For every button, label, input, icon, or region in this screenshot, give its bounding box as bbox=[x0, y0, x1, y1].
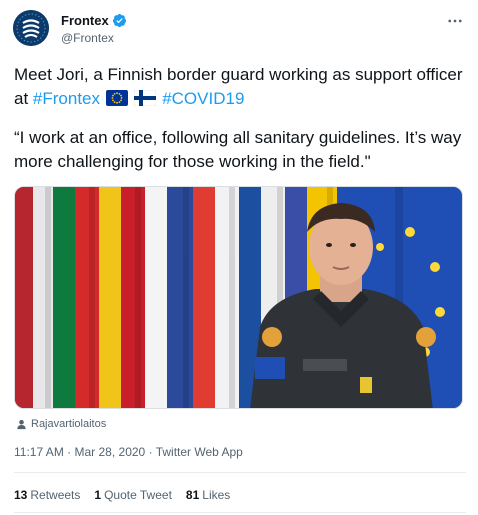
tweet-date[interactable]: Mar 28, 2020 bbox=[75, 445, 146, 459]
person-icon bbox=[17, 419, 26, 429]
divider-top bbox=[14, 472, 466, 473]
photo-credit: Rajavartiolaitos bbox=[16, 418, 106, 430]
quote-tweets-count: 1 bbox=[94, 488, 102, 502]
quote-tweets-label: Quote Tweet bbox=[104, 488, 172, 502]
eu-flag-icon bbox=[105, 90, 128, 106]
more-options-icon[interactable] bbox=[446, 12, 464, 30]
author-display-name[interactable]: Frontex bbox=[61, 13, 109, 28]
author-name-row[interactable]: Frontex bbox=[61, 13, 127, 28]
tweet-text-line1: Meet Jori, a Finnish border guard workin… bbox=[14, 63, 469, 111]
author-avatar[interactable] bbox=[13, 10, 49, 46]
flags-officer-photo bbox=[15, 187, 462, 408]
finland-flag-icon bbox=[134, 90, 157, 106]
quote-tweets-stat[interactable]: 1 Quote Tweet bbox=[94, 488, 172, 502]
likes-count: 81 bbox=[185, 488, 200, 502]
tweet-meta: 11:17 AM · Mar 28, 2020 · Twitter Web Ap… bbox=[14, 445, 243, 459]
hashtag-covid19-link[interactable]: #COVID19 bbox=[162, 89, 244, 108]
tweet-time[interactable]: 11:17 AM bbox=[14, 445, 64, 459]
hashtag-frontex-link[interactable]: #Frontex bbox=[33, 89, 100, 108]
tweet-text: Meet Jori, a Finnish border guard workin… bbox=[14, 63, 469, 189]
meta-separator-2: · bbox=[148, 445, 153, 459]
meta-separator: · bbox=[67, 445, 72, 459]
frontex-logo-icon bbox=[13, 10, 49, 46]
tweet-stats: 13 Retweets 1 Quote Tweet 81 Likes bbox=[14, 488, 244, 502]
likes-label: Likes bbox=[202, 488, 231, 502]
photo-credit-text: Rajavartiolaitos bbox=[31, 418, 107, 430]
retweets-stat[interactable]: 13 Retweets bbox=[14, 488, 80, 502]
tweet-card: Frontex @Frontex Meet Jori, a Finnish bo… bbox=[0, 0, 478, 515]
retweets-count: 13 bbox=[14, 488, 28, 502]
tweet-source[interactable]: Twitter Web App bbox=[156, 445, 243, 459]
author-handle[interactable]: @Frontex bbox=[61, 31, 114, 45]
verified-badge-icon bbox=[112, 13, 126, 28]
tweet-quote: “I work at an office, following all sani… bbox=[14, 128, 462, 171]
retweets-label: Retweets bbox=[30, 488, 81, 502]
divider-bottom bbox=[14, 512, 466, 513]
likes-stat[interactable]: 81 Likes bbox=[186, 488, 230, 502]
tweet-photo[interactable] bbox=[14, 186, 463, 409]
